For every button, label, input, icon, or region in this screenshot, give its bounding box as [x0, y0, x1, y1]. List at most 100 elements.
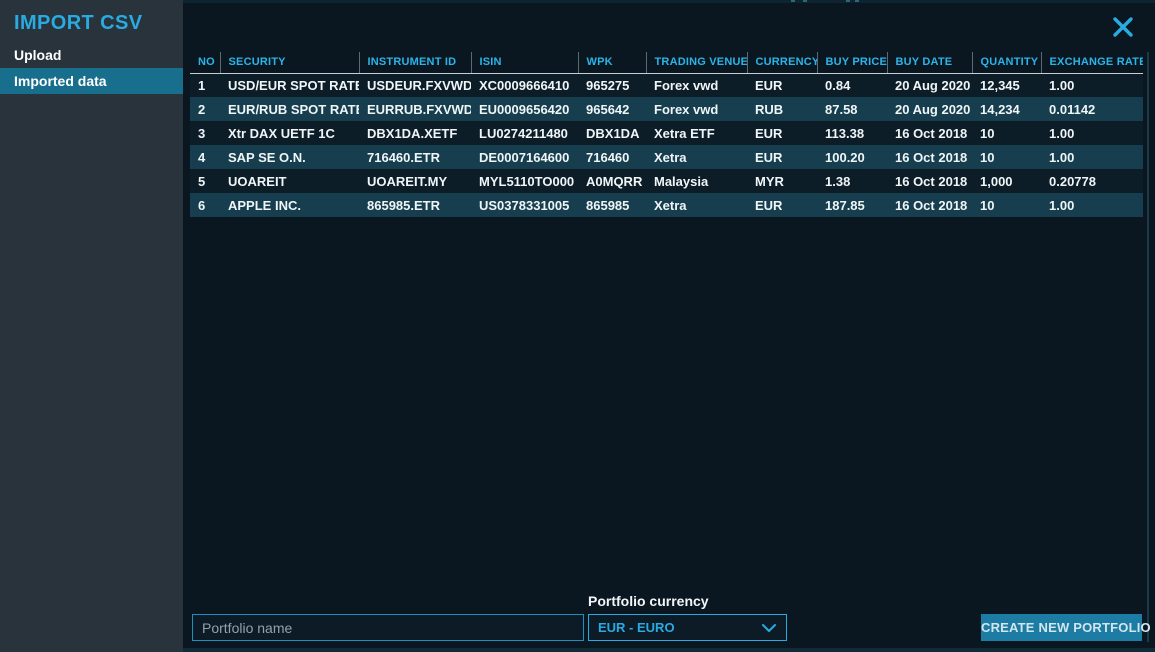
table-cell: DBX1DA [578, 121, 646, 145]
table-cell: 100.20 [817, 145, 887, 169]
table-cell: 1.38 [817, 169, 887, 193]
table-cell: 6 [190, 193, 220, 217]
table-row[interactable]: 6APPLE INC.865985.ETRUS0378331005865985X… [190, 193, 1143, 217]
table-cell: 1.00 [1041, 73, 1143, 97]
dialog-content: NOSECURITYINSTRUMENT IDISINWPKTRADING VE… [183, 0, 1155, 652]
table-cell: EUR [747, 121, 817, 145]
portfolio-currency-select[interactable]: EUR - EURO [588, 614, 787, 641]
column-header-exchange-rate: EXCHANGE RATE [1041, 52, 1143, 73]
bottom-edge-strip [183, 648, 1155, 652]
table-cell: 965642 [578, 97, 646, 121]
table-body: 1USD/EUR SPOT RATEUSDEUR.FXVWDXC00096664… [190, 73, 1143, 217]
table-cell: 716460.ETR [359, 145, 471, 169]
table-cell: DBX1DA.XETF [359, 121, 471, 145]
table-cell: US0378331005 [471, 193, 578, 217]
table-cell: 16 Oct 2018 [887, 145, 972, 169]
table-cell: 0.01142 [1041, 97, 1143, 121]
table-cell: Xtr DAX UETF 1C [220, 121, 359, 145]
table-cell: APPLE INC. [220, 193, 359, 217]
dialog-title: IMPORT CSV [14, 12, 142, 35]
table-cell: A0MQRR [578, 169, 646, 193]
table-cell: 10 [972, 121, 1041, 145]
table-row[interactable]: 3Xtr DAX UETF 1CDBX1DA.XETFLU0274211480D… [190, 121, 1143, 145]
column-header-wpk: WPK [578, 52, 646, 73]
column-header-quantity: QUANTITY [972, 52, 1041, 73]
table-cell: 0.20778 [1041, 169, 1143, 193]
table-cell: Malaysia [646, 169, 747, 193]
table-cell: MYR [747, 169, 817, 193]
table-cell: Xetra ETF [646, 121, 747, 145]
table-row[interactable]: 2EUR/RUB SPOT RATEEURRUB.FXVWDEU00096564… [190, 97, 1143, 121]
table-cell: 0.84 [817, 73, 887, 97]
close-button[interactable] [1111, 15, 1135, 39]
table-cell: Forex vwd [646, 73, 747, 97]
table-cell: EUR [747, 145, 817, 169]
table-cell: 2 [190, 97, 220, 121]
table-cell: DE0007164600 [471, 145, 578, 169]
column-header-no: NO [190, 52, 220, 73]
table-cell: 12,345 [972, 73, 1041, 97]
selected-currency-value: EUR - EURO [598, 620, 675, 635]
portfolio-name-input[interactable] [192, 614, 584, 641]
table-cell: 5 [190, 169, 220, 193]
table-cell: 10 [972, 193, 1041, 217]
create-new-portfolio-button[interactable]: CREATE NEW PORTFOLIO [981, 614, 1142, 641]
table-header: NOSECURITYINSTRUMENT IDISINWPKTRADING VE… [190, 52, 1143, 73]
table-scroll-track [1147, 52, 1149, 642]
table-cell: 20 Aug 2020 [887, 97, 972, 121]
close-icon [1111, 15, 1135, 39]
table-cell: 1.00 [1041, 193, 1143, 217]
table-cell: 187.85 [817, 193, 887, 217]
table-cell: RUB [747, 97, 817, 121]
table-cell: 113.38 [817, 121, 887, 145]
table-cell: EUR [747, 73, 817, 97]
table-cell: 16 Oct 2018 [887, 169, 972, 193]
table-row[interactable]: 1USD/EUR SPOT RATEUSDEUR.FXVWDXC00096664… [190, 73, 1143, 97]
column-header-instrument-id: INSTRUMENT ID [359, 52, 471, 73]
sidebar-item-upload[interactable]: Upload [0, 42, 183, 68]
sidebar-item-imported-data[interactable]: Imported data [0, 68, 183, 94]
table-cell: 1 [190, 73, 220, 97]
table-cell: 16 Oct 2018 [887, 121, 972, 145]
table-cell: 1.00 [1041, 145, 1143, 169]
chevron-down-icon [761, 623, 777, 633]
table-cell: 1,000 [972, 169, 1041, 193]
column-header-isin: ISIN [471, 52, 578, 73]
table-cell: 14,234 [972, 97, 1041, 121]
column-header-currency: CURRENCY [747, 52, 817, 73]
sidebar: IMPORT CSV Upload Imported data [0, 0, 183, 652]
table-cell: 16 Oct 2018 [887, 193, 972, 217]
sidebar-item-label: Imported data [14, 73, 107, 89]
top-edge-strip [183, 0, 1155, 3]
table-cell: EU0009656420 [471, 97, 578, 121]
portfolio-currency-label: Portfolio currency [588, 593, 709, 609]
table-cell: EUR/RUB SPOT RATE [220, 97, 359, 121]
table-cell: 20 Aug 2020 [887, 73, 972, 97]
table-cell: 865985 [578, 193, 646, 217]
column-header-buy-price: BUY PRICE [817, 52, 887, 73]
table-cell: USD/EUR SPOT RATE [220, 73, 359, 97]
table-cell: 4 [190, 145, 220, 169]
table-cell: 865985.ETR [359, 193, 471, 217]
column-header-trading-venue: TRADING VENUE [646, 52, 747, 73]
table-cell: Forex vwd [646, 97, 747, 121]
sidebar-item-label: Upload [14, 47, 61, 63]
imported-data-table: NOSECURITYINSTRUMENT IDISINWPKTRADING VE… [190, 52, 1143, 217]
table-cell: 87.58 [817, 97, 887, 121]
import-csv-dialog: IMPORT CSV Upload Imported data NOSECUR [0, 0, 1155, 652]
table-cell: 965275 [578, 73, 646, 97]
table-cell: SAP SE O.N. [220, 145, 359, 169]
table-cell: 3 [190, 121, 220, 145]
table-cell: UOAREIT [220, 169, 359, 193]
table-cell: MYL5110TO000 [471, 169, 578, 193]
table-cell: Xetra [646, 193, 747, 217]
column-header-security: SECURITY [220, 52, 359, 73]
table-cell: UOAREIT.MY [359, 169, 471, 193]
column-header-buy-date: BUY DATE [887, 52, 972, 73]
table-cell: 10 [972, 145, 1041, 169]
table-row[interactable]: 4SAP SE O.N.716460.ETRDE0007164600716460… [190, 145, 1143, 169]
table-row[interactable]: 5UOAREITUOAREIT.MYMYL5110TO000A0MQRRMala… [190, 169, 1143, 193]
table-cell: 716460 [578, 145, 646, 169]
table-cell: Xetra [646, 145, 747, 169]
table-cell: USDEUR.FXVWD [359, 73, 471, 97]
